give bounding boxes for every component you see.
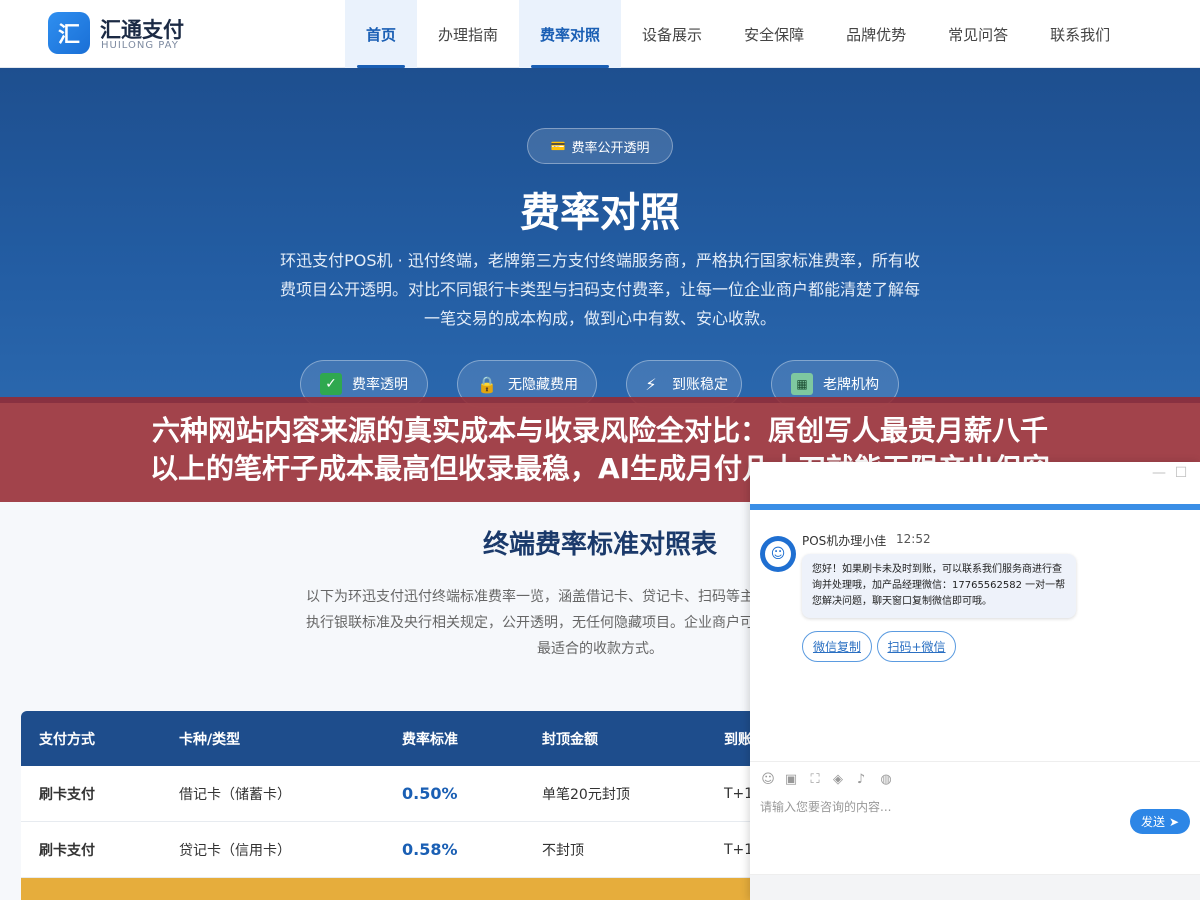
table-cell: 贷记卡（信用卡） — [179, 842, 291, 859]
send-icon: ➤ — [1168, 814, 1180, 829]
chat-footer — [750, 874, 1200, 900]
main-nav: 首页 办理指南 费率对照 设备展示 安全保障 品牌优势 常见问答 联系我们 — [345, 0, 1131, 68]
col-header: 封顶金额 — [542, 731, 598, 748]
agent-icon: ☺ — [765, 541, 791, 567]
minimize-icon[interactable]: — — [1148, 462, 1170, 484]
site-header: 汇 汇通支付 HUILONG PAY 首页 办理指南 费率对照 设备展示 安全保… — [0, 0, 1200, 68]
send-button[interactable]: 发送 ➤ — [1130, 809, 1190, 834]
nav-security[interactable]: 安全保障 — [723, 0, 825, 68]
chat-widget: — ☐ ☺ POS机办理小佳 12:52 您好！如果刷卡未及时到账，可以联系我们… — [750, 462, 1200, 900]
maximize-icon[interactable]: ☐ — [1170, 462, 1192, 484]
nav-home[interactable]: 首页 — [345, 0, 418, 68]
nav-contact[interactable]: 联系我们 — [1029, 0, 1131, 68]
table-cell: T+1 — [724, 841, 754, 858]
wechat-icon[interactable]: ◍ — [878, 771, 894, 787]
col-header: 支付方式 — [39, 731, 95, 748]
rate-value: 0.58% — [402, 840, 458, 859]
logo-subtitle: HUILONG PAY — [101, 40, 179, 51]
feature-label: 费率透明 — [352, 377, 408, 393]
rate-value: 0.50% — [402, 784, 458, 803]
table-cell: T+1 — [724, 785, 754, 802]
nav-faq[interactable]: 常见问答 — [927, 0, 1029, 68]
audio-icon[interactable]: ♪ — [853, 771, 869, 787]
lock-icon: 🔒 — [477, 374, 497, 394]
banner-line: 六种网站内容来源的真实成本与收录风险全对比：原创写人最贵月薪八千 — [151, 414, 1048, 447]
scan-wechat-button[interactable]: 扫码+微信 — [877, 631, 956, 662]
table-cell: 借记卡（储蓄卡） — [179, 786, 291, 803]
chat-message: 您好！如果刷卡未及时到账，可以联系我们服务商进行查询并处理哦，加产品经理微信：1… — [802, 554, 1076, 618]
copy-wechat-button[interactable]: 微信复制 — [802, 631, 872, 662]
table-cell: 单笔20元封顶 — [542, 786, 630, 803]
crop-icon[interactable]: ⛶ — [807, 771, 823, 787]
emoji-icon[interactable]: ☺ — [760, 771, 776, 787]
message-time: 12:52 — [896, 532, 931, 546]
chat-titlebar: — ☐ — [750, 462, 1200, 510]
hero-badge-label: 费率公开透明 — [571, 140, 650, 156]
building-icon: ▦ — [791, 373, 813, 395]
logo-icon[interactable]: 汇 — [48, 12, 90, 54]
feature-label: 到账稳定 — [672, 377, 728, 393]
col-header: 卡种/类型 — [179, 731, 241, 748]
nav-rates[interactable]: 费率对照 — [519, 0, 622, 68]
col-header: 费率标准 — [402, 731, 458, 748]
feature-label: 无隐藏费用 — [508, 377, 578, 393]
shield-icon[interactable]: ◈ — [830, 771, 846, 787]
table-cell: 刷卡支付 — [39, 786, 95, 803]
agent-avatar: ☺ — [760, 536, 796, 572]
feature-label: 老牌机构 — [823, 377, 879, 393]
chat-input[interactable] — [760, 800, 1120, 814]
table-cell: 不封顶 — [542, 842, 584, 859]
nav-brand[interactable]: 品牌优势 — [825, 0, 927, 68]
hero-badge: 💳 费率公开透明 — [527, 128, 673, 164]
col-header: 到账 — [724, 731, 752, 748]
page-title: 费率对照 — [520, 190, 680, 236]
image-icon[interactable]: ▣ — [783, 771, 799, 787]
nav-guide[interactable]: 办理指南 — [417, 0, 519, 68]
send-label: 发送 — [1140, 815, 1165, 829]
card-icon: 💳 — [550, 139, 566, 153]
hero-description: 环迅支付POS机 · 迅付终端，老牌第三方支付终端服务商，严格执行国家标准费率，… — [280, 251, 921, 328]
nav-devices[interactable]: 设备展示 — [621, 0, 723, 68]
bolt-icon: ⚡ — [645, 374, 657, 394]
table-cell: 刷卡支付 — [39, 842, 95, 859]
check-icon: ✓ — [320, 373, 342, 395]
chat-toolbar: ☺ ▣ ⛶ ◈ ♪ ◍ — [750, 761, 1200, 797]
agent-name: POS机办理小佳 — [802, 534, 887, 548]
hero-section: 💳 费率公开透明 费率对照 环迅支付POS机 · 迅付终端，老牌第三方支付终端服… — [0, 68, 1200, 408]
